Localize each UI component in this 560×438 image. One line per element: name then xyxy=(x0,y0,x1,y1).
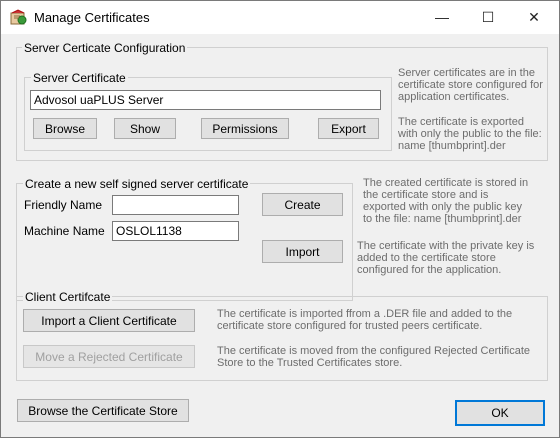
browse-certificate-store-button[interactable]: Browse the Certificate Store xyxy=(17,399,189,422)
friendly-name-input[interactable] xyxy=(112,195,239,215)
browse-button[interactable]: Browse xyxy=(33,118,97,139)
import-client-certificate-button[interactable]: Import a Client Certificate xyxy=(23,309,195,332)
dialog-body: Server Certicate Configuration Server Ce… xyxy=(1,34,559,437)
server-certificate-group xyxy=(24,77,392,151)
machine-name-input[interactable]: OSLOL1138 xyxy=(112,221,239,241)
permissions-button[interactable]: Permissions xyxy=(201,118,289,139)
minimize-button[interactable]: — xyxy=(419,1,465,34)
import-note: The certificate with the private key is … xyxy=(357,240,535,276)
export-button[interactable]: Export xyxy=(318,118,379,139)
close-button[interactable]: ✕ xyxy=(511,1,557,34)
certificate-app-icon xyxy=(10,9,27,25)
manage-certificates-window: Manage Certificates — ☐ ✕ Server Certica… xyxy=(0,0,560,438)
create-note: The created certificate is stored in the… xyxy=(363,177,529,225)
maximize-button[interactable]: ☐ xyxy=(465,1,511,34)
server-certificate-group-label: Server Certificate xyxy=(31,71,128,85)
create-button[interactable]: Create xyxy=(262,193,343,216)
client-move-note: The certificate is moved from the config… xyxy=(217,345,531,369)
ok-button[interactable]: OK xyxy=(455,400,545,426)
title-bar[interactable]: Manage Certificates — ☐ ✕ xyxy=(1,1,559,34)
client-import-note: The certificate is imported ffrom a .DER… xyxy=(217,308,513,332)
server-certificate-field[interactable]: Advosol uaPLUS Server xyxy=(30,90,381,110)
server-store-note: Server certificates are in the certifica… xyxy=(398,67,543,103)
client-certificate-group-label: Client Certifcate xyxy=(23,290,113,304)
show-button[interactable]: Show xyxy=(114,118,176,139)
move-rejected-certificate-button[interactable]: Move a Rejected Certificate xyxy=(23,345,195,368)
import-button[interactable]: Import xyxy=(262,240,343,263)
machine-name-label: Machine Name xyxy=(24,224,105,238)
window-title: Manage Certificates xyxy=(34,10,150,25)
friendly-name-label: Friendly Name xyxy=(24,198,103,212)
self-signed-group-label: Create a new self signed server certific… xyxy=(23,177,251,191)
server-export-note: The certificate is exported with only th… xyxy=(398,116,542,152)
server-config-group-label: Server Certicate Configuration xyxy=(22,41,188,55)
